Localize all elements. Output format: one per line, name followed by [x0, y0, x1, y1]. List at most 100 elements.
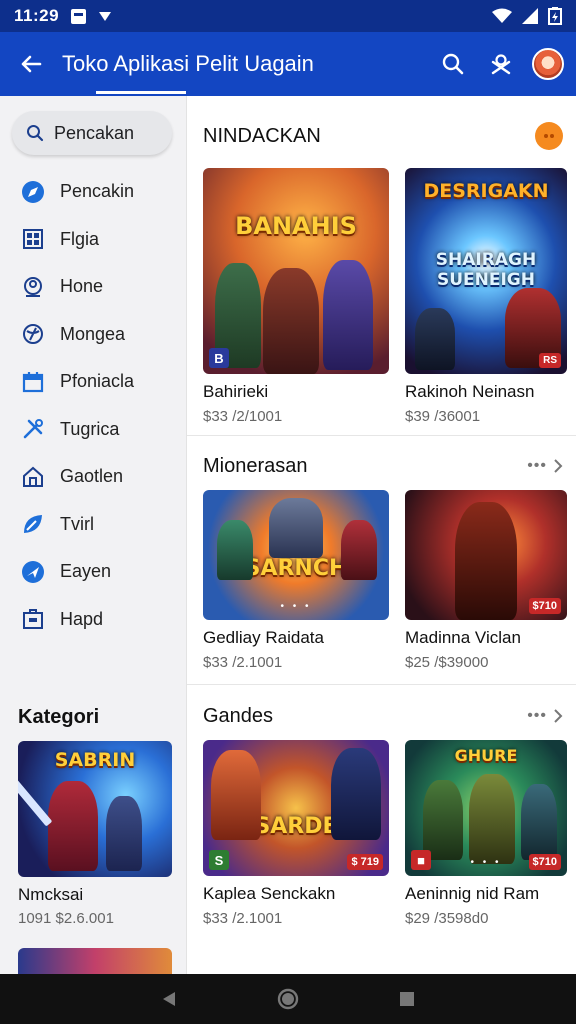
- back-nav-button[interactable]: [160, 990, 178, 1008]
- sidebar-item-1[interactable]: Pencakin: [0, 168, 186, 216]
- app-thumbnail: $710: [405, 490, 567, 620]
- character-figure: [521, 784, 557, 860]
- character-figure: [323, 260, 373, 370]
- search-icon: [442, 53, 464, 75]
- sidebar-item-label: Pfoniacla: [60, 371, 135, 392]
- section-divider: [187, 684, 576, 685]
- sidebar: Pencakan Pencakin Flgia Hone Mongea Pfon…: [0, 96, 186, 974]
- section-games: Gandes ••• SARDE S $ 719 Kaplea Senckakn…: [187, 696, 576, 974]
- sidebar-item-label: Hone: [60, 276, 104, 297]
- sidebar-item-10[interactable]: Hapd: [0, 596, 186, 644]
- character-figure: [217, 520, 253, 580]
- app-card[interactable]: DESRIGAKN SHAIRAGH SUENEIGH RS Rakinoh N…: [405, 168, 567, 425]
- notification-icon: [71, 8, 87, 24]
- tools-icon: [20, 416, 46, 442]
- app-price: $33 /2.1001: [203, 654, 283, 671]
- system-navigation-bar: [0, 974, 576, 1024]
- app-thumbnail: BANAHIS B: [203, 168, 389, 374]
- status-time: 11:29: [14, 6, 60, 25]
- app-price: $25 /$39000: [405, 654, 489, 671]
- app-thumbnail: GHURE ■ • • • $710: [405, 740, 567, 876]
- navigation-icon: [20, 559, 46, 585]
- chevron-right-icon: [554, 459, 563, 473]
- platform-badge: S: [209, 850, 229, 870]
- thumbnail-title: DESRIGAKN: [423, 180, 549, 202]
- sidebar-item-label: Pencakin: [60, 181, 135, 202]
- app-card[interactable]: BANAHIS B Bahirieki $33 /2/1001: [203, 168, 389, 425]
- sidebar-item-label: Tvirl: [60, 513, 94, 534]
- category-card-thumbnail-partial[interactable]: [18, 948, 172, 974]
- character-figure: [263, 268, 319, 374]
- sidebar-item-6[interactable]: Tugrica: [0, 406, 186, 454]
- sidebar-item-4[interactable]: Mongea: [0, 311, 186, 359]
- more-dots-icon: •••: [527, 457, 547, 474]
- app-price: $33 /2/1001: [203, 408, 283, 425]
- sidebar-search-button[interactable]: Pencakan: [12, 111, 172, 155]
- grid-icon: [20, 226, 46, 252]
- platform-badge: B: [209, 348, 229, 368]
- app-card[interactable]: GHURE ■ • • • $710 Aeninnig nid Ram $29 …: [405, 740, 567, 927]
- character-figure: [469, 774, 515, 864]
- sidebar-item-label: Flgia: [60, 228, 100, 249]
- app-card[interactable]: $710 Madinna Viclan $25 /$39000: [405, 490, 567, 671]
- back-button[interactable]: [0, 32, 62, 96]
- section-divider: [187, 435, 576, 436]
- briefcase-icon: [20, 606, 46, 632]
- app-card[interactable]: SARNCH • • • Gedliay Raidata $33 /2.1001: [203, 490, 389, 671]
- price-badge: $ 719: [347, 854, 383, 870]
- section-title: Gandes: [203, 704, 274, 727]
- sidebar-item-label: Mongea: [60, 323, 126, 344]
- sidebar-item-3[interactable]: Hone: [0, 263, 186, 311]
- more-options-button[interactable]: [535, 122, 563, 150]
- price-badge: RS: [539, 353, 561, 368]
- signal-icon: [522, 8, 538, 24]
- battery-icon: [548, 7, 562, 25]
- character-figure: [106, 796, 142, 871]
- app-thumbnail: SARDE S $ 719: [203, 740, 389, 876]
- recents-nav-button[interactable]: [398, 990, 416, 1008]
- category-card-thumbnail[interactable]: SABRIN: [18, 741, 172, 877]
- app-price: $39 /36001: [405, 408, 481, 425]
- search-icon: [27, 125, 44, 142]
- leaf-icon: [20, 511, 46, 537]
- sidebar-item-5[interactable]: Pfoniacla: [0, 358, 186, 406]
- see-more-button[interactable]: •••: [527, 457, 563, 475]
- more-dots-icon: •••: [527, 707, 547, 724]
- category-title: Kategori: [18, 706, 100, 728]
- sidebar-search-label: Pencakan: [54, 122, 135, 143]
- app-price: $33 /2.1001: [203, 910, 283, 927]
- sidebar-nav: Pencakin Flgia Hone Mongea Pfoniacla Tug…: [0, 168, 186, 643]
- character-figure: [415, 308, 455, 370]
- character-figure: [269, 498, 323, 558]
- app-thumbnail: DESRIGAKN SHAIRAGH SUENEIGH RS: [405, 168, 567, 374]
- sidebar-item-7[interactable]: Gaotlen: [0, 453, 186, 501]
- sidebar-item-2[interactable]: Flgia: [0, 216, 186, 264]
- character-figure: [331, 748, 381, 840]
- compass-icon: [20, 179, 46, 205]
- wifi-icon: [492, 8, 512, 23]
- category-card-name: Nmcksai: [18, 885, 84, 904]
- character-figure: [341, 520, 377, 580]
- home-nav-button[interactable]: [277, 988, 299, 1010]
- thumbnail-title: SABRIN: [54, 749, 136, 771]
- sidebar-item-9[interactable]: Eayen: [0, 548, 186, 596]
- category-card-sub: 1091 $2.6.001: [18, 910, 114, 927]
- avatar[interactable]: [532, 48, 564, 80]
- sidebar-item-8[interactable]: Tvirl: [0, 501, 186, 549]
- character-figure: [455, 502, 517, 620]
- app-name: Aeninnig nid Ram: [405, 884, 540, 903]
- home-icon: [20, 464, 46, 490]
- account-switch-button[interactable]: [484, 47, 518, 81]
- section-featured: NINDACKAN BANAHIS B Bahirieki $33 /2/100…: [187, 116, 576, 436]
- thumbnail-title: GHURE: [454, 746, 518, 765]
- app-thumbnail: SARNCH • • •: [203, 490, 389, 620]
- person-x-icon: [491, 54, 511, 75]
- see-more-button[interactable]: •••: [527, 707, 563, 725]
- app-card[interactable]: SARDE S $ 719 Kaplea Senckakn $33 /2.100…: [203, 740, 389, 927]
- arrow-back-icon: [21, 55, 42, 73]
- search-button[interactable]: [436, 47, 470, 81]
- sidebar-item-label: Tugrica: [60, 418, 120, 439]
- app-name: Madinna Viclan: [405, 628, 521, 647]
- app-price: $29 /3598d0: [405, 910, 489, 927]
- calendar-icon: [20, 369, 46, 395]
